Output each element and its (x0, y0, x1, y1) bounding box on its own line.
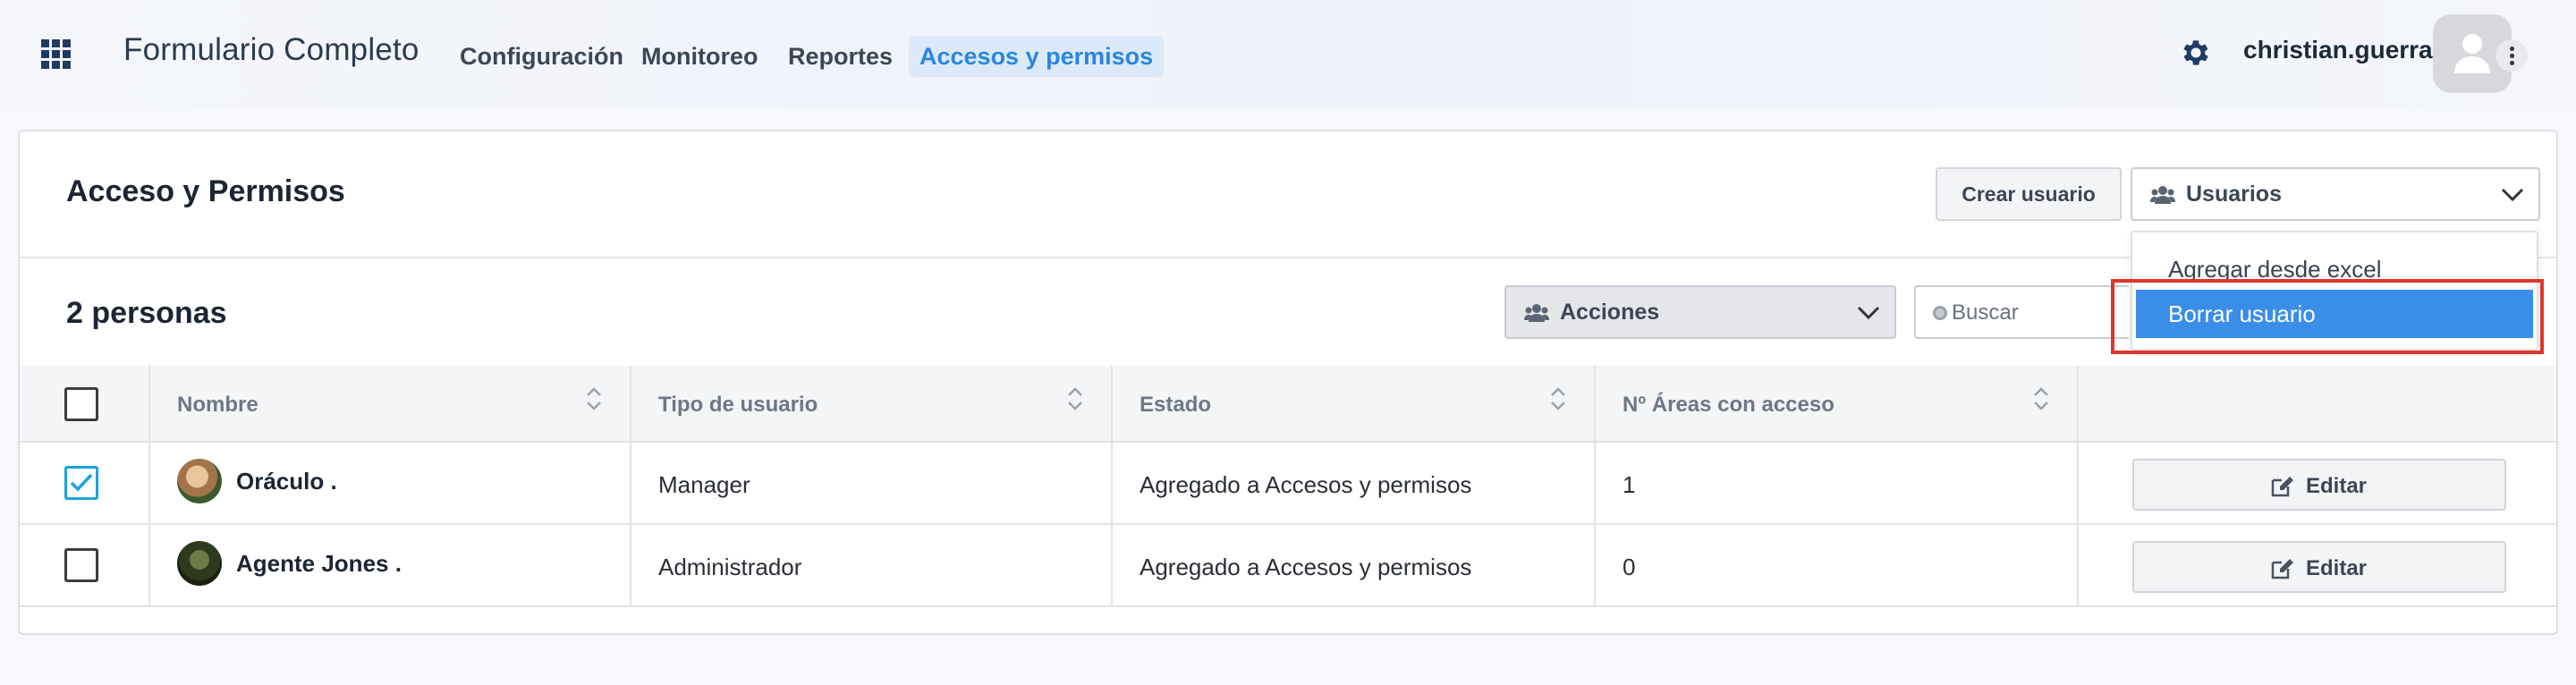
actions-cell: Editar (2077, 525, 2556, 607)
create-user-button[interactable]: Crear usuario (1936, 167, 2122, 221)
access-permissions-card: Acceso y Permisos Crear usuario Usuarios… (18, 130, 2558, 635)
menu-item-borrar-usuario[interactable]: Borrar usuario (2136, 290, 2533, 338)
actions-select-label: Acciones (1560, 300, 1660, 325)
actions-select[interactable]: Acciones (1504, 285, 1896, 339)
edit-icon (2270, 475, 2295, 503)
users-select-label: Usuarios (2186, 182, 2282, 207)
user-name: Agente Jones . (236, 550, 402, 577)
nav-item-reportes[interactable]: Reportes (777, 36, 903, 77)
search-box (1914, 285, 2129, 339)
users-dropdown-menu: Agregar desde excel Borrar usuario (2131, 231, 2538, 351)
menu-item-label: Agregar desde excel (2168, 256, 2382, 283)
users-group-icon (1524, 303, 1549, 327)
column-header-nombre[interactable]: Nombre (148, 366, 630, 443)
users-select[interactable]: Usuarios (2131, 167, 2540, 221)
username-label: christian.guerra (2243, 36, 2433, 63)
areas-cell: 1 (1594, 443, 2077, 525)
column-label: Estado (1140, 393, 1212, 417)
checkmark-icon (70, 473, 93, 492)
status-cell: Agregado a Accesos y permisos (1111, 525, 1594, 607)
areas-cell: 0 (1594, 525, 2077, 607)
edit-button-label: Editar (2306, 556, 2368, 580)
avatar (177, 459, 222, 503)
apps-grid-icon[interactable] (41, 39, 72, 70)
type-cell: Manager (630, 443, 1111, 525)
name-cell: Agente Jones . (148, 525, 630, 607)
name-cell: Oráculo . (148, 443, 630, 525)
column-header-areas-con-acceso[interactable]: Nº Áreas con acceso (1594, 366, 2077, 443)
column-header-actions (2077, 366, 2556, 443)
column-header-tipo-de-usuario[interactable]: Tipo de usuario (630, 366, 1111, 443)
edit-button-label: Editar (2306, 474, 2368, 498)
user-status: Agregado a Accesos y permisos (1140, 471, 1472, 498)
table-header: Nombre Tipo de usuario Estado Nº Áreas c… (20, 366, 2556, 443)
status-cell: Agregado a Accesos y permisos (1111, 443, 1594, 525)
edit-button[interactable]: Editar (2132, 459, 2506, 511)
sort-icon[interactable] (585, 385, 603, 417)
row-checkbox[interactable] (64, 548, 98, 582)
page-title: Acceso y Permisos (66, 174, 345, 208)
column-label: Nº Áreas con acceso (1623, 393, 1835, 417)
type-cell: Administrador (630, 525, 1111, 607)
kebab-menu-icon[interactable] (2496, 39, 2528, 72)
sort-icon[interactable] (1549, 385, 1567, 417)
row-select-cell (20, 525, 148, 607)
search-icon (1930, 303, 1952, 329)
row-select-cell (20, 443, 148, 525)
table-row[interactable]: Oráculo . Manager Agregado a Accesos y p… (20, 443, 2556, 525)
user-type: Manager (658, 471, 750, 498)
areas-count: 1 (1623, 471, 1636, 498)
column-label: Tipo de usuario (658, 393, 818, 417)
table-row[interactable]: Agente Jones . Administrador Agregado a … (20, 525, 2556, 607)
chevron-down-icon (1857, 305, 1880, 326)
app-title: Formulario Completo (123, 32, 419, 67)
search-input[interactable] (1952, 296, 2122, 330)
column-header-estado[interactable]: Estado (1111, 366, 1594, 443)
gear-icon[interactable] (2179, 36, 2213, 70)
user-name: Oráculo . (236, 468, 337, 495)
nav-item-configuracion[interactable]: Configuración (449, 36, 634, 77)
column-label: Nombre (177, 393, 258, 417)
people-count: 2 personas (66, 296, 227, 330)
menu-item-label: Borrar usuario (2168, 300, 2316, 327)
areas-count: 0 (1623, 554, 1636, 580)
edit-button[interactable]: Editar (2132, 541, 2506, 593)
menu-item-agregar-desde-excel[interactable]: Agregar desde excel (2136, 245, 2533, 293)
nav-item-accesos-y-permisos[interactable]: Accesos y permisos (909, 36, 1165, 77)
nav-item-monitoreo[interactable]: Monitoreo (631, 36, 768, 77)
edit-icon (2270, 557, 2295, 585)
user-type: Administrador (658, 554, 802, 580)
actions-cell: Editar (2077, 443, 2556, 525)
users-group-icon (2150, 185, 2175, 209)
sort-icon[interactable] (2032, 385, 2050, 417)
avatar (177, 541, 222, 586)
chevron-down-icon (2501, 187, 2524, 207)
select-all-header (20, 366, 148, 443)
select-all-checkbox[interactable] (64, 387, 98, 421)
top-navigation-bar: Formulario Completo Configuración Monito… (0, 0, 2576, 109)
row-checkbox[interactable] (64, 466, 98, 500)
sort-icon[interactable] (1066, 385, 1084, 417)
user-status: Agregado a Accesos y permisos (1140, 554, 1472, 580)
